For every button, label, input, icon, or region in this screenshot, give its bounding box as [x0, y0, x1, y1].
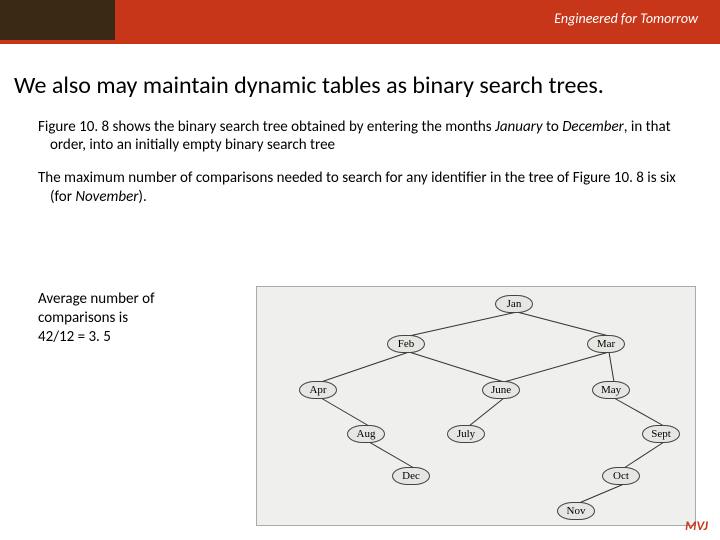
tree-node-may: May: [592, 381, 630, 399]
tree-node-nov: Nov: [557, 502, 595, 520]
p1-january: January: [495, 118, 543, 136]
tree-node-sept: Sept: [642, 425, 680, 443]
footer-logo: MVJ: [685, 519, 708, 534]
header-band: Engineered for Tomorrow: [0, 0, 720, 58]
slide-content: We also may maintain dynamic tables as b…: [14, 72, 706, 221]
p1-mid: to: [543, 118, 563, 136]
tree-node-dec: Dec: [392, 467, 430, 485]
tree-edges-svg: [257, 287, 697, 527]
tree-node-oct: Oct: [602, 467, 640, 485]
p2-line2a: (for: [50, 188, 75, 206]
tree-node-apr: Apr: [299, 381, 337, 399]
tree-node-jan: Jan: [495, 295, 533, 313]
tree-node-june: June: [482, 381, 520, 399]
tree-node-feb: Feb: [387, 335, 425, 353]
p1-lead: Figure 10. 8 shows the binary search tre…: [38, 118, 495, 136]
p3-l1: Average number of: [38, 290, 238, 309]
paragraph-3: Average number of comparisons is 42/12 =…: [38, 290, 238, 346]
header-underline: [0, 40, 720, 44]
paragraph-1: Figure 10. 8 shows the binary search tre…: [14, 118, 706, 156]
p2-line2b: ).: [138, 188, 146, 206]
slide-title: We also may maintain dynamic tables as b…: [14, 72, 706, 100]
header-tagline: Engineered for Tomorrow: [115, 0, 720, 40]
p2-november: November: [75, 188, 138, 206]
p3-l2: comparisons is: [38, 309, 238, 328]
tree-node-july: July: [447, 425, 485, 443]
header-dark-block: [0, 0, 115, 40]
paragraph-2: The maximum number of comparisons needed…: [14, 169, 706, 207]
tree-node-aug: Aug: [347, 425, 385, 443]
bst-diagram: Jan Feb Mar Apr June May Aug July Sept Dec Oct Nov: [256, 286, 696, 526]
tree-node-mar: Mar: [587, 335, 625, 353]
p3-l3: 42/12 = 3. 5: [38, 328, 238, 347]
p1-december: December: [562, 118, 624, 136]
p2-text: The maximum number of comparisons needed…: [38, 169, 676, 187]
logo-text: MVJ: [685, 519, 708, 534]
